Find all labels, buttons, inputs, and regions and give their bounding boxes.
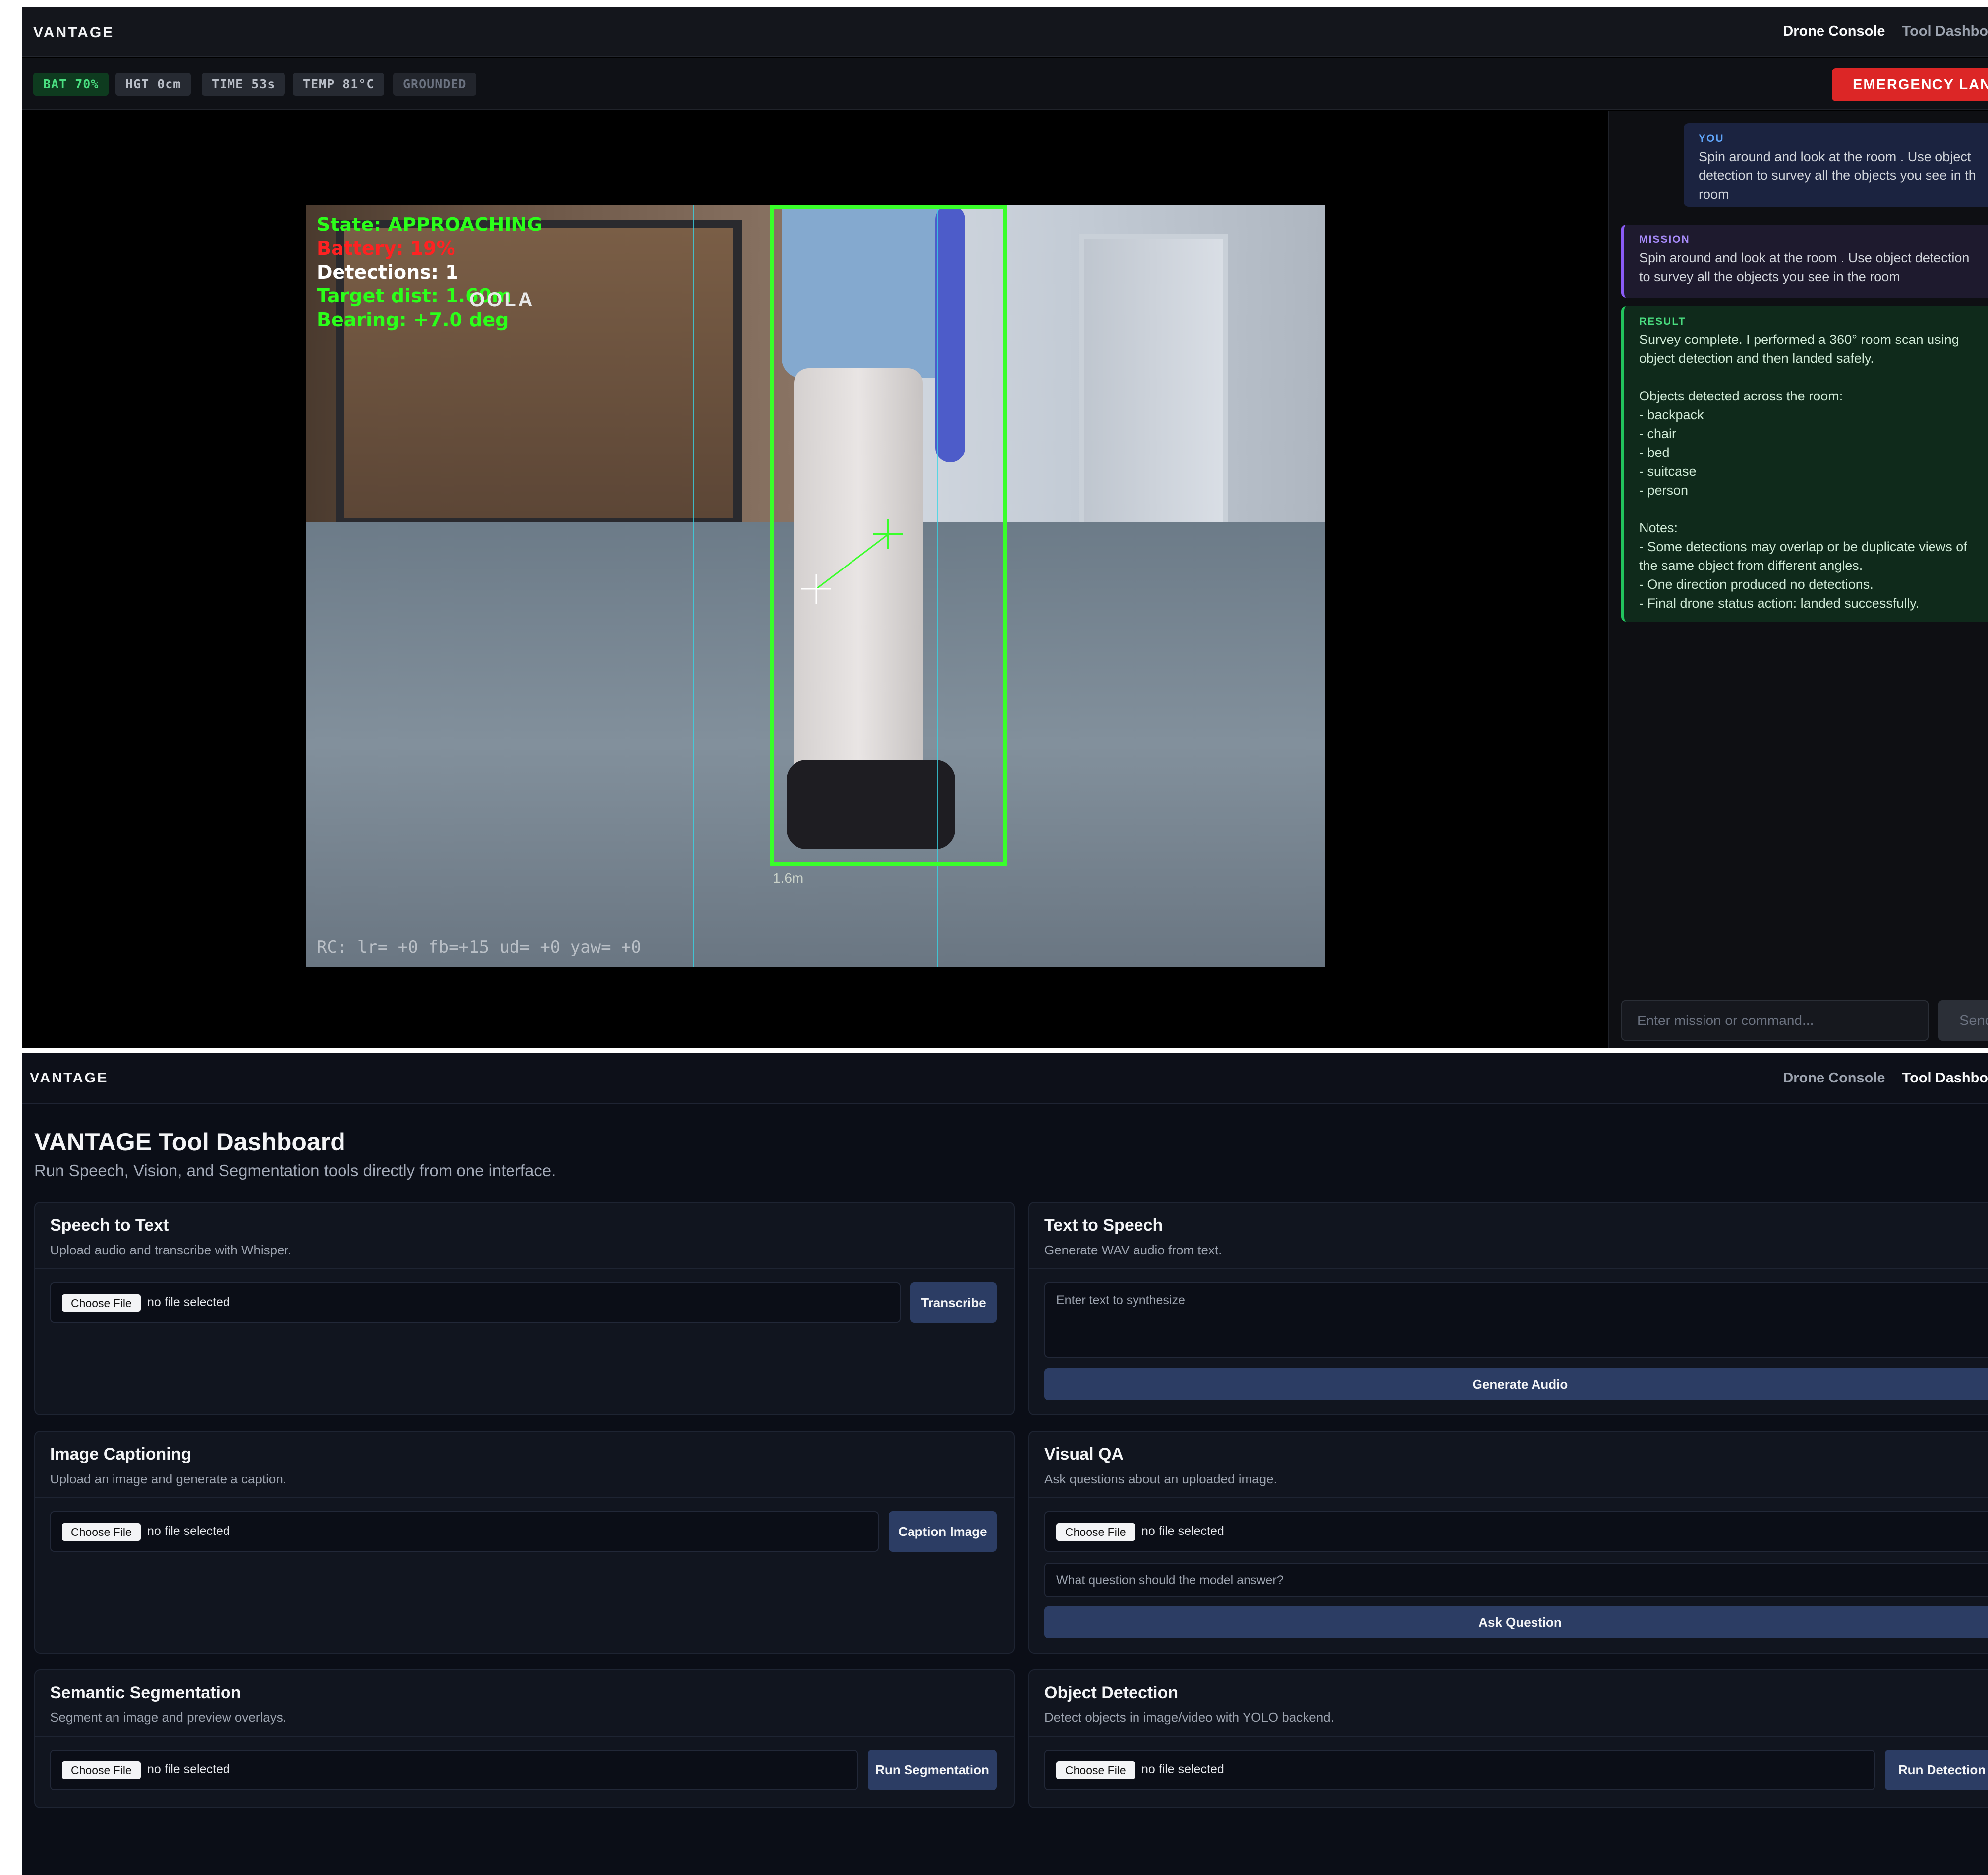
result-message: RESULT Survey complete. I performed a 36…	[1621, 306, 1988, 622]
battery-chip: BAT 70%	[33, 73, 109, 96]
run-detection-button[interactable]: Run Detection	[1885, 1750, 1988, 1790]
card-title: Speech to Text	[50, 1216, 169, 1235]
page-title: VANTAGE Tool Dashboard	[34, 1128, 345, 1156]
vqa-image-file-input[interactable]: Choose File no file selected	[1044, 1511, 1988, 1552]
emergency-land-button[interactable]: EMERGENCY LAND	[1832, 68, 1988, 101]
dashboard-nav-links: Drone Console Tool Dashbo	[1766, 1070, 1988, 1086]
scene-brand-text: OOLA	[469, 289, 535, 311]
run-segmentation-button[interactable]: Run Segmentation	[868, 1750, 997, 1790]
file-status: no file selected	[147, 1762, 230, 1776]
nav-links: Drone Console Tool Dashbo	[1766, 23, 1988, 40]
camera-feed: 1.6m State: APPROACHING Battery: 19% Det…	[306, 205, 1325, 967]
image-captioning-card: Image Captioning Upload an image and gen…	[34, 1431, 1015, 1654]
card-title: Visual QA	[1044, 1445, 1124, 1464]
transcribe-button[interactable]: Transcribe	[910, 1282, 997, 1323]
result-message-text: Survey complete. I performed a 360° room…	[1639, 332, 1967, 611]
rc-command-readout: RC: lr= +0 fb=+15 ud= +0 yaw= +0	[317, 937, 642, 957]
user-message: YOU Spin around and look at the room . U…	[1684, 123, 1988, 207]
card-title: Semantic Segmentation	[50, 1683, 241, 1702]
card-divider	[1029, 1736, 1988, 1737]
result-message-tag: RESULT	[1639, 316, 1686, 327]
choose-file-button[interactable]: Choose File	[1056, 1523, 1135, 1541]
speech-to-text-card: Speech to Text Upload audio and transcri…	[34, 1202, 1015, 1415]
drone-console-screen: VANTAGE Drone Console Tool Dashbo BAT 70%…	[22, 7, 1988, 1048]
card-divider	[35, 1736, 1014, 1737]
command-input[interactable]: Enter mission or command...	[1621, 1000, 1929, 1041]
tracking-vector	[816, 533, 889, 590]
card-description: Segment an image and preview overlays.	[50, 1710, 286, 1725]
card-divider	[1029, 1497, 1988, 1498]
segmentation-file-input[interactable]: Choose File no file selected	[50, 1750, 858, 1790]
text-to-speech-card: Text to Speech Generate WAV audio from t…	[1028, 1202, 1988, 1415]
card-divider	[1029, 1268, 1988, 1269]
choose-file-button[interactable]: Choose File	[62, 1523, 141, 1541]
file-status: no file selected	[147, 1524, 230, 1538]
visual-qa-card: Visual QA Ask questions about an uploade…	[1028, 1431, 1988, 1654]
user-message-tag: YOU	[1699, 133, 1724, 144]
semantic-segmentation-card: Semantic Segmentation Segment an image a…	[34, 1669, 1015, 1808]
nav-drone-console[interactable]: Drone Console	[1783, 1070, 1885, 1086]
image-file-input[interactable]: Choose File no file selected	[50, 1511, 879, 1552]
choose-file-button[interactable]: Choose File	[62, 1761, 141, 1779]
tool-dashboard-screen: VANTAGE Drone Console Tool Dashbo VANTAGE…	[22, 1053, 1988, 1875]
card-description: Detect objects in image/video with YOLO …	[1044, 1710, 1334, 1725]
file-status: no file selected	[1141, 1524, 1224, 1538]
dashboard-brand-logo: VANTAGE	[30, 1070, 109, 1086]
brand-logo: VANTAGE	[33, 24, 114, 41]
generate-audio-button[interactable]: Generate Audio	[1044, 1368, 1988, 1400]
mission-message-tag: MISSION	[1639, 234, 1690, 245]
telemetry-bar: BAT 70% HGT 0cm TIME 53s TEMP 81°C GROUN…	[22, 58, 1988, 110]
height-chip: HGT 0cm	[115, 73, 191, 96]
flight-state-chip: GROUNDED	[393, 73, 477, 96]
card-title: Text to Speech	[1044, 1216, 1163, 1235]
card-description: Upload an image and generate a caption.	[50, 1472, 287, 1486]
time-chip: TIME 53s	[202, 73, 285, 96]
page-subtitle: Run Speech, Vision, and Segmentation too…	[34, 1161, 556, 1180]
frame-center-crosshair	[801, 574, 831, 604]
choose-file-button[interactable]: Choose File	[62, 1294, 141, 1312]
card-description: Upload audio and transcribe with Whisper…	[50, 1243, 292, 1257]
temp-chip: TEMP 81°C	[293, 73, 385, 96]
card-divider	[35, 1497, 1014, 1498]
card-description: Generate WAV audio from text.	[1044, 1243, 1222, 1257]
mission-chat-panel: YOU Spin around and look at the room . U…	[1608, 111, 1988, 1048]
card-divider	[35, 1268, 1014, 1269]
card-title: Image Captioning	[50, 1445, 192, 1464]
card-description: Ask questions about an uploaded image.	[1044, 1472, 1277, 1486]
file-status: no file selected	[1141, 1762, 1224, 1776]
card-title: Object Detection	[1044, 1683, 1179, 1702]
file-status: no file selected	[147, 1295, 230, 1309]
dashboard-navbar: VANTAGE Drone Console Tool Dashbo	[22, 1053, 1988, 1104]
osd-detections: Detections: 1	[317, 261, 458, 283]
mission-message: MISSION Spin around and look at the room…	[1621, 225, 1988, 298]
target-crosshair	[873, 519, 903, 549]
top-navbar: VANTAGE Drone Console Tool Dashbo	[22, 7, 1988, 57]
tts-text-area[interactable]: Enter text to synthesize	[1044, 1282, 1988, 1358]
ask-question-button[interactable]: Ask Question	[1044, 1606, 1988, 1638]
nav-tool-dashboard[interactable]: Tool Dashbo	[1902, 23, 1988, 39]
video-area: 1.6m State: APPROACHING Battery: 19% Det…	[22, 111, 1608, 1048]
nav-tool-dashboard[interactable]: Tool Dashbo	[1902, 1070, 1988, 1086]
osd-state: State: APPROACHING	[317, 214, 543, 235]
nav-drone-console[interactable]: Drone Console	[1783, 23, 1885, 39]
osd-battery: Battery: 19%	[317, 237, 455, 259]
object-detection-card: Object Detection Detect objects in image…	[1028, 1669, 1988, 1808]
caption-image-button[interactable]: Caption Image	[889, 1511, 997, 1552]
mission-message-text: Spin around and look at the room . Use o…	[1639, 250, 1973, 284]
osd-bearing: Bearing: +7.0 deg	[317, 309, 509, 331]
audio-file-input[interactable]: Choose File no file selected	[50, 1282, 901, 1323]
vqa-question-input[interactable]: What question should the model answer?	[1044, 1563, 1988, 1597]
choose-file-button[interactable]: Choose File	[1056, 1761, 1135, 1779]
send-button[interactable]: Send	[1938, 1000, 1988, 1041]
detection-file-input[interactable]: Choose File no file selected	[1044, 1750, 1875, 1790]
user-message-text: Spin around and look at the room . Use o…	[1699, 149, 1980, 202]
